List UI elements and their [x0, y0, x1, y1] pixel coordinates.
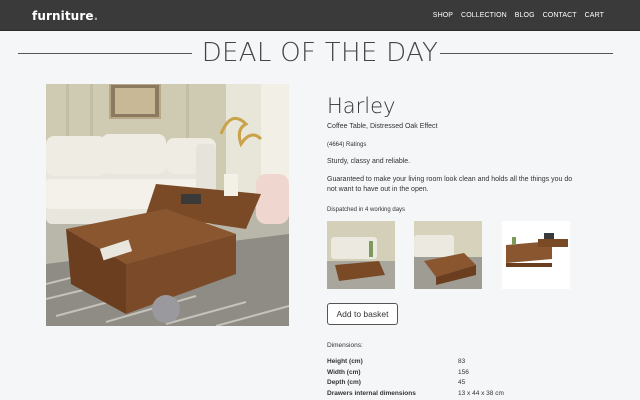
top-navbar: furniture. SHOP COLLECTION BLOG CONTACT … [0, 0, 640, 31]
dimension-row: Width (cm) 156 [327, 368, 469, 376]
nav-shop[interactable]: SHOP [433, 12, 453, 19]
product-thumbnail-1[interactable] [327, 221, 395, 289]
nav-cart[interactable]: CART [585, 12, 604, 19]
add-to-basket-button[interactable]: Add to basket [327, 303, 398, 325]
nav-contact[interactable]: CONTACT [543, 12, 577, 19]
dimension-row: Height (cm) 83 [327, 358, 466, 365]
dimensions-table: Height (cm) 83 Width (cm) 156 Depth (cm) 45… [327, 357, 504, 399]
product-ratings[interactable]: (4664) Ratings [327, 140, 366, 150]
product-description: Guaranteed to make your living room look… [327, 176, 573, 193]
dimensions-heading: Dimensions: [327, 342, 363, 349]
product-main-image [46, 84, 289, 326]
product-name: Harley [327, 94, 396, 118]
product-thumbnail-3[interactable] [502, 221, 570, 289]
dimension-row: Drawers internal dimensions 13 x 44 x 38 … [327, 389, 504, 397]
dispatch-info: Dispatched in 4 working days [327, 207, 406, 213]
dimension-row: Depth (cm) 45 [327, 379, 466, 386]
product-subtitle: Coffee Table, Distressed Oak Effect [327, 123, 438, 130]
nav-blog[interactable]: BLOG [515, 12, 535, 19]
main-nav: SHOP COLLECTION BLOG CONTACT CART [433, 12, 604, 19]
brand-logo[interactable]: furniture. [32, 9, 98, 23]
product-thumbnail-2[interactable] [414, 221, 482, 289]
deal-banner: DEAL OF THE DAY [0, 36, 640, 70]
nav-collection[interactable]: COLLECTION [461, 12, 507, 19]
product-tagline: Sturdy, classy and reliable. [327, 158, 411, 165]
divider-right [440, 53, 613, 54]
